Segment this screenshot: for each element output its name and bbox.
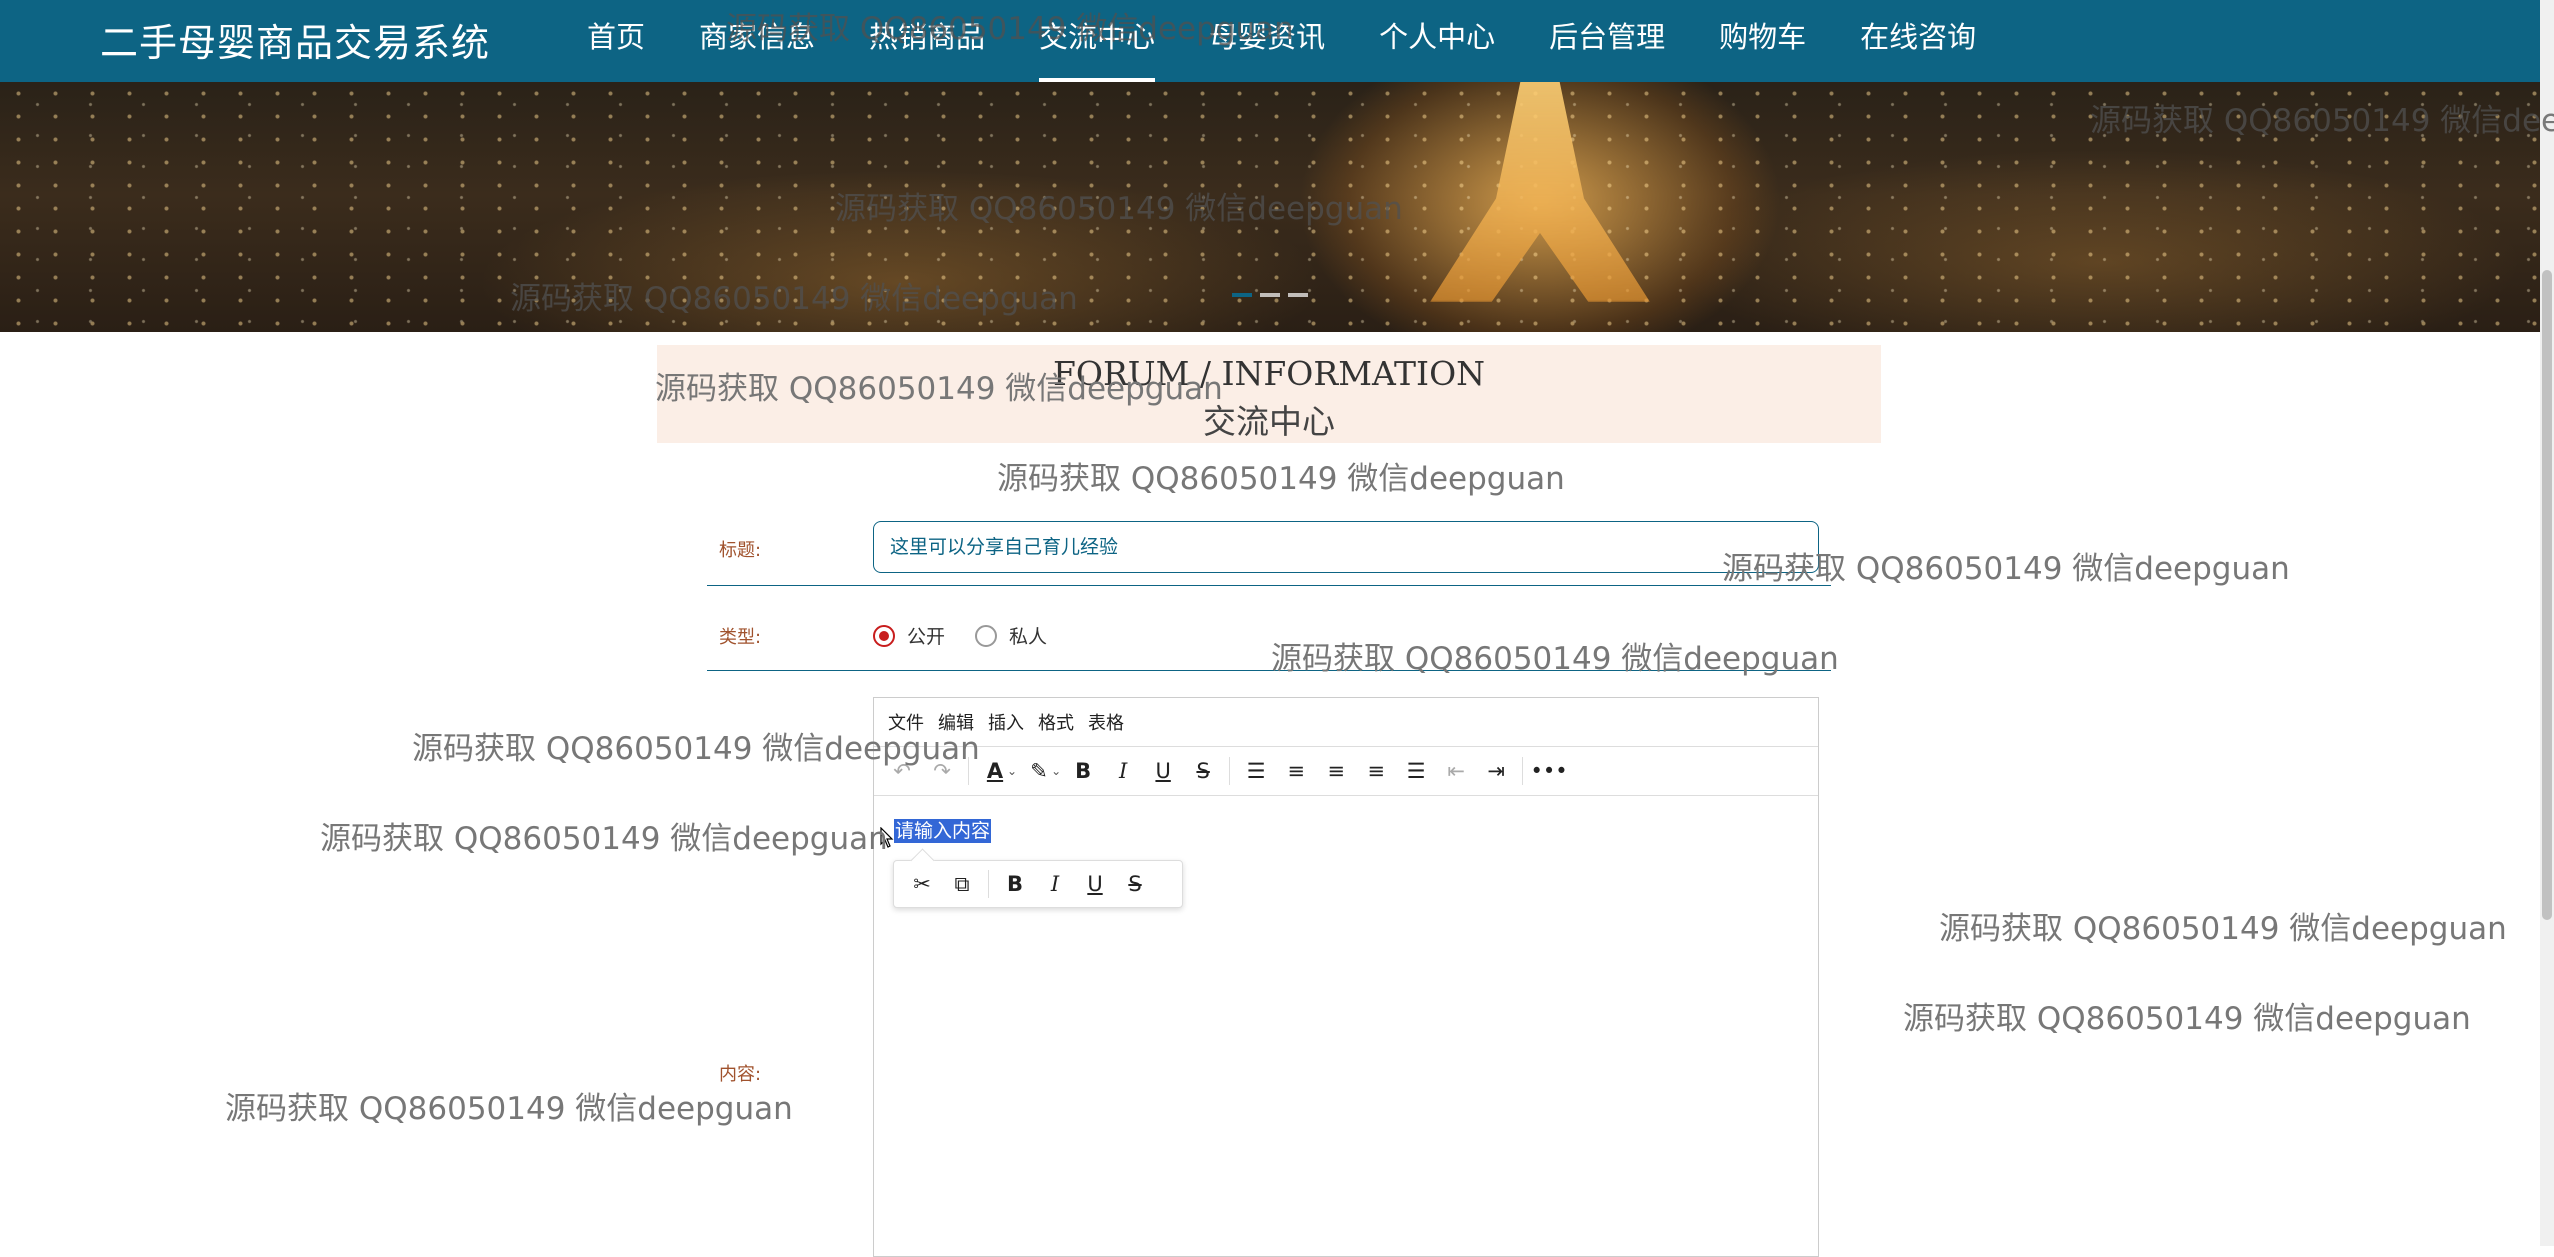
toolbar-divider [1522,757,1524,785]
editor-content-area[interactable]: 请输入内容 [874,796,1818,863]
type-radio-group: 公开 私人 [873,622,1077,649]
strikethrough-icon[interactable]: S [1115,864,1155,904]
align-center-icon[interactable]: ≡ [1316,751,1356,791]
editor-toolbar: ↶ ↷ A ⌄ ✎ ⌄ B I U S ☰ ≡ ≡ ≡ ☰ ⇤ ⇥ ••• [874,747,1818,796]
rich-text-editor: 文件 编辑 插入 格式 表格 ↶ ↷ A ⌄ ✎ ⌄ B I U S ☰ ≡ ≡ ≡… [873,697,1819,1257]
outdent-icon[interactable]: ⇤ [1436,751,1476,791]
radio-public[interactable] [873,624,895,647]
chevron-down-icon[interactable]: ⌄ [1051,764,1061,778]
scrollbar-thumb[interactable] [2542,270,2552,920]
nav-item-cart[interactable]: 购物车 [1692,0,1833,82]
nav-item-profile[interactable]: 个人中心 [1352,0,1522,82]
watermark: 源码获取 QQ86050149 微信deepguan [225,1091,793,1127]
nav-item-hot-products[interactable]: 热销商品 [842,0,1012,82]
title-label: 标题: [719,540,762,561]
watermark: 源码获取 QQ86050149 微信deepguan [997,461,1565,497]
indent-icon[interactable]: ⇥ [1476,751,1516,791]
nav-item-admin[interactable]: 后台管理 [1522,0,1692,82]
nav-list: 首页 商家信息 热销商品 交流中心 母婴资讯 个人中心 后台管理 购物车 在线咨… [560,0,2003,82]
undo-icon[interactable]: ↶ [882,751,922,791]
carousel-dot[interactable] [1288,293,1308,297]
bold-icon[interactable]: B [995,864,1035,904]
toolbar-divider [1229,757,1231,785]
editor-placeholder[interactable]: 请输入内容 [894,819,992,843]
mouse-cursor-icon [880,827,894,848]
menu-table[interactable]: 表格 [1088,709,1124,735]
carousel-indicators [1232,293,1308,297]
line-height-icon[interactable]: ☰ [1236,751,1276,791]
strikethrough-icon[interactable]: S [1183,751,1223,791]
underline-icon[interactable]: U [1143,751,1183,791]
italic-icon[interactable]: I [1035,864,1075,904]
redo-icon[interactable]: ↷ [922,751,962,791]
align-justify-icon[interactable]: ☰ [1396,751,1436,791]
underline-icon[interactable]: U [1075,864,1115,904]
watermark: 源码获取 QQ86050149 微信deepguan [320,821,888,857]
radio-private[interactable] [975,624,998,647]
copy-icon[interactable]: ⧉ [942,864,982,904]
type-label: 类型: [719,627,762,648]
align-right-icon[interactable]: ≡ [1356,751,1396,791]
radio-public-label[interactable]: 公开 [907,622,945,649]
carousel-dot[interactable] [1232,293,1252,297]
align-left-icon[interactable]: ≡ [1276,751,1316,791]
banner-carousel [0,82,2540,332]
nav-item-consult[interactable]: 在线咨询 [1833,0,2003,82]
watermark: 源码获取 QQ86050149 微信deepguan [1903,1001,2471,1037]
more-icon[interactable]: ••• [1529,751,1569,791]
menu-edit[interactable]: 编辑 [938,709,974,735]
watermark: 源码获取 QQ86050149 微信deepguan [1939,911,2507,947]
site-brand[interactable]: 二手母婴商品交易系统 [100,12,490,67]
menu-format[interactable]: 格式 [1038,709,1074,735]
content-label: 内容: [719,1064,762,1085]
nav-item-home[interactable]: 首页 [560,0,672,82]
menu-file[interactable]: 文件 [888,709,924,735]
section-title-zh: 交流中心 [1203,402,1335,441]
section-heading: FORUM / INFORMATION 交流中心 [657,345,1881,443]
toolbar-divider [988,870,989,898]
nav-item-forum[interactable]: 交流中心 [1012,0,1182,82]
section-title-en: FORUM / INFORMATION [1053,354,1485,393]
italic-icon[interactable]: I [1103,751,1143,791]
editor-menubar: 文件 编辑 插入 格式 表格 [874,698,1818,747]
menu-insert[interactable]: 插入 [988,709,1024,735]
toolbar-divider [968,757,969,785]
top-nav: 二手母婴商品交易系统 首页 商家信息 热销商品 交流中心 母婴资讯 个人中心 后… [0,0,2540,82]
cut-icon[interactable]: ✂ [902,864,942,904]
carousel-dot[interactable] [1260,293,1280,297]
quick-toolbar: ✂ ⧉ B I U S [893,860,1183,908]
nav-item-news[interactable]: 母婴资讯 [1182,0,1352,82]
chevron-down-icon[interactable]: ⌄ [1007,764,1017,778]
title-input[interactable]: 这里可以分享自己育儿经验 [873,521,1819,573]
radio-private-label[interactable]: 私人 [1009,622,1047,649]
nav-item-merchants[interactable]: 商家信息 [672,0,842,82]
bold-icon[interactable]: B [1063,751,1103,791]
